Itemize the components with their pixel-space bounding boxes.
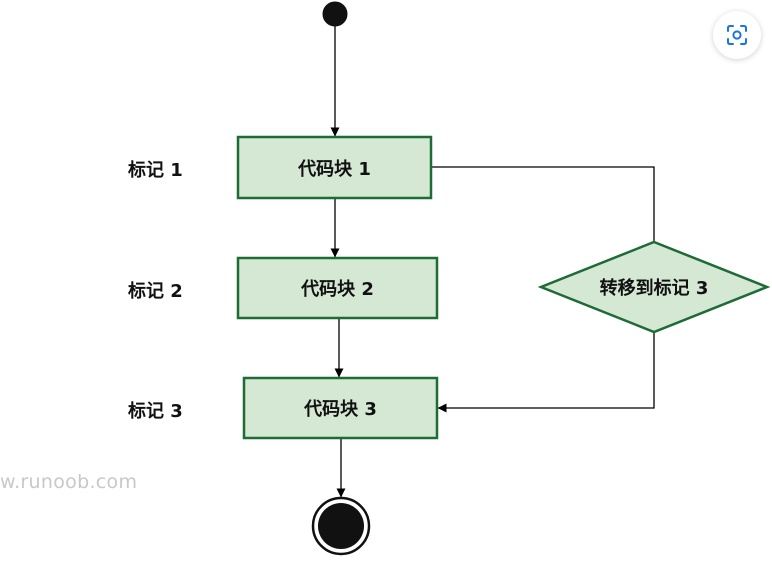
marker-label-1: 标记 1 [128, 160, 183, 181]
end-node-inner [318, 503, 364, 549]
code-block-3-label: 代码块 3 [304, 399, 377, 420]
code-block-2-label: 代码块 2 [301, 279, 374, 300]
code-block-1-label: 代码块 1 [298, 158, 371, 180]
marker-label-3: 标记 3 [128, 401, 183, 422]
edge-decision-to-block-3 [437, 332, 655, 413]
visual-search-icon [727, 25, 747, 45]
edge-block-1-to-decision [431, 166, 655, 242]
start-node [322, 1, 348, 27]
decision-label: 转移到标记 3 [599, 278, 709, 299]
marker-label-2: 标记 2 [128, 281, 183, 302]
visual-search-button[interactable] [713, 11, 761, 59]
watermark: w.runoob.com [0, 471, 138, 493]
